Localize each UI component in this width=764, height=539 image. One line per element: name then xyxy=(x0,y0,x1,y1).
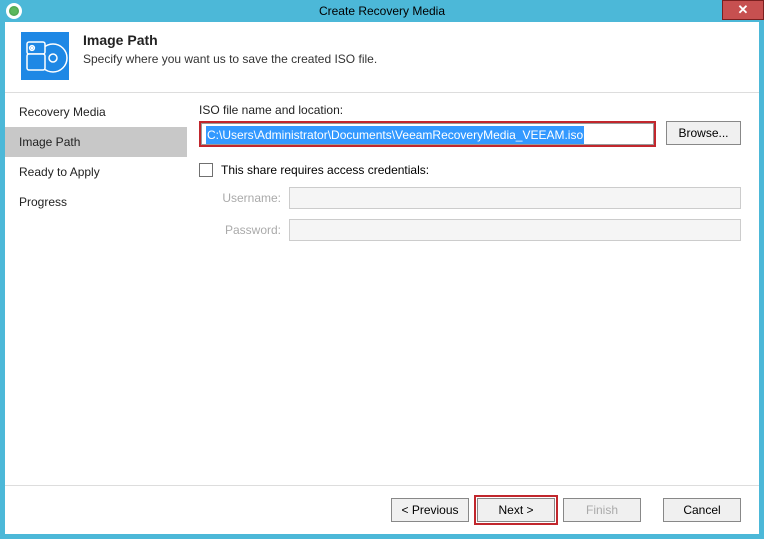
username-row: Username: xyxy=(199,187,741,209)
close-button[interactable]: ✕ xyxy=(722,0,764,20)
dialog-window: Create Recovery Media ✕ Image Path Speci… xyxy=(0,0,764,539)
image-path-icon xyxy=(21,32,69,80)
body: Recovery Media Image Path Ready to Apply… xyxy=(5,93,759,485)
iso-path-value: C:\Users\Administrator\Documents\VeeamRe… xyxy=(206,126,584,144)
iso-path-label: ISO file name and location: xyxy=(199,103,741,117)
footer: < Previous Next > Finish Cancel xyxy=(5,485,759,534)
username-label: Username: xyxy=(199,191,289,205)
content: ISO file name and location: C:\Users\Adm… xyxy=(187,93,759,485)
app-icon xyxy=(6,3,22,19)
sidebar-item-ready-to-apply[interactable]: Ready to Apply xyxy=(5,157,187,187)
close-icon: ✕ xyxy=(738,2,749,18)
sidebar-item-progress[interactable]: Progress xyxy=(5,187,187,217)
sidebar-item-recovery-media[interactable]: Recovery Media xyxy=(5,97,187,127)
page-subtitle: Specify where you want us to save the cr… xyxy=(83,52,377,66)
titlebar: Create Recovery Media ✕ xyxy=(0,0,764,22)
page-title: Image Path xyxy=(83,32,377,48)
password-input xyxy=(289,219,741,241)
share-credentials-checkbox[interactable] xyxy=(199,163,213,177)
window-title: Create Recovery Media xyxy=(319,4,445,18)
password-row: Password: xyxy=(199,219,741,241)
path-row: C:\Users\Administrator\Documents\VeeamRe… xyxy=(199,121,741,147)
path-input-highlight: C:\Users\Administrator\Documents\VeeamRe… xyxy=(199,121,656,147)
password-label: Password: xyxy=(199,223,289,237)
username-input xyxy=(289,187,741,209)
cancel-button[interactable]: Cancel xyxy=(663,498,741,522)
iso-path-input[interactable]: C:\Users\Administrator\Documents\VeeamRe… xyxy=(201,123,654,145)
header-text: Image Path Specify where you want us to … xyxy=(83,32,377,66)
next-button[interactable]: Next > xyxy=(477,498,555,522)
finish-button: Finish xyxy=(563,498,641,522)
browse-button[interactable]: Browse... xyxy=(666,121,741,145)
share-credentials-label: This share requires access credentials: xyxy=(221,163,429,177)
share-credentials-row: This share requires access credentials: xyxy=(199,163,741,177)
sidebar: Recovery Media Image Path Ready to Apply… xyxy=(5,93,187,485)
header: Image Path Specify where you want us to … xyxy=(5,22,759,93)
previous-button[interactable]: < Previous xyxy=(391,498,469,522)
sidebar-item-image-path[interactable]: Image Path xyxy=(5,127,187,157)
